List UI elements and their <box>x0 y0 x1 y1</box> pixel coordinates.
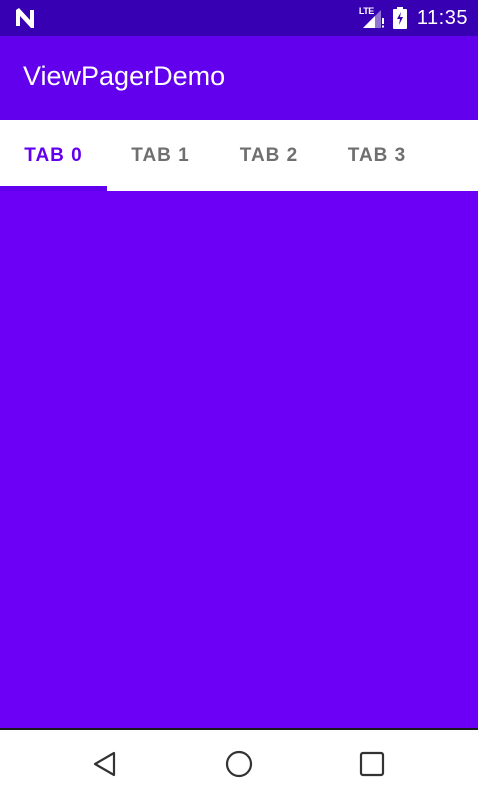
home-icon[interactable] <box>223 748 255 780</box>
tab-bar: TAB 0 TAB 1 TAB 2 TAB 3 <box>0 120 478 191</box>
back-icon[interactable] <box>90 748 122 780</box>
status-time: 11:35 <box>416 6 468 29</box>
app-title: ViewPagerDemo <box>23 61 226 91</box>
view-pager-content[interactable] <box>0 191 478 729</box>
screen: LTE 11:35 ViewPagerDemo TAB 0 TAB 1 TAB … <box>0 0 478 792</box>
network-indicator: LTE <box>359 6 385 30</box>
tab-2[interactable]: TAB 2 <box>214 120 324 191</box>
recents-icon[interactable] <box>356 748 388 780</box>
battery-charging-icon <box>392 7 407 29</box>
tab-1[interactable]: TAB 1 <box>107 120 214 191</box>
tab-0[interactable]: TAB 0 <box>0 120 107 191</box>
tab-3[interactable]: TAB 3 <box>324 120 430 191</box>
signal-icon <box>362 10 384 28</box>
status-bar: LTE 11:35 <box>0 0 478 36</box>
app-bar: ViewPagerDemo <box>0 36 478 120</box>
status-icons: LTE 11:35 <box>359 0 468 36</box>
n-logo-icon <box>16 8 34 28</box>
navigation-bar <box>0 730 478 792</box>
